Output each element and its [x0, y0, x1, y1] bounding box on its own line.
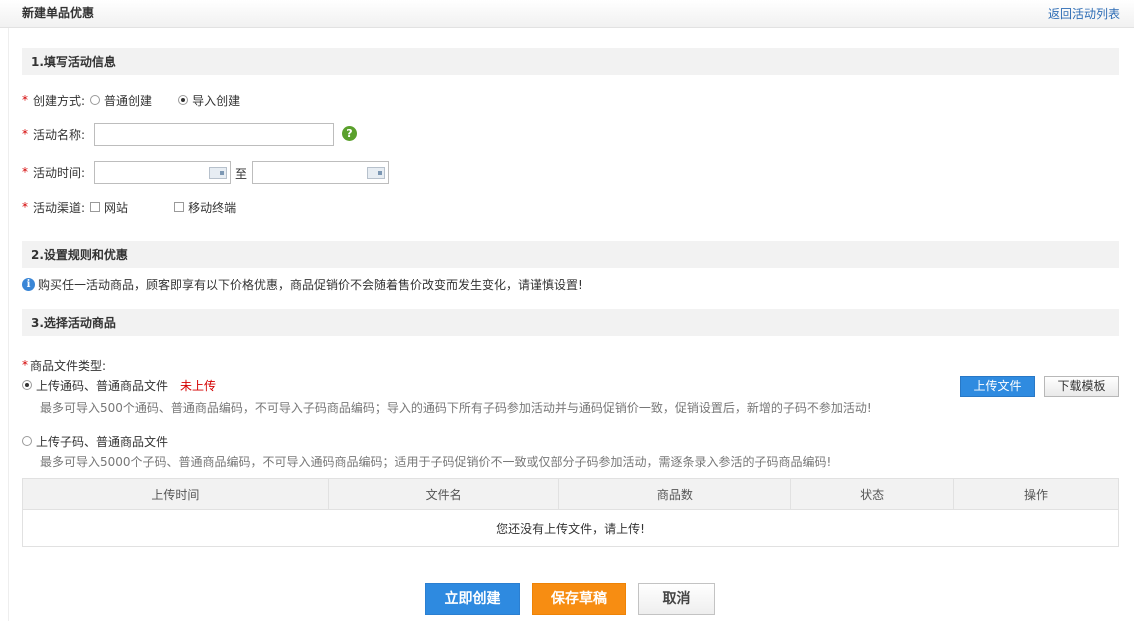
end-date-input[interactable] [252, 161, 389, 184]
column-actions: 操作 [953, 478, 1119, 510]
create-mode-row: * 创建方式: 普通创建 导入创建 [22, 88, 240, 112]
radio-normal-create[interactable] [90, 95, 101, 105]
radio-upload-general-label[interactable]: 上传通码、普通商品文件 [36, 377, 168, 394]
save-draft-button[interactable]: 保存草稿 [532, 583, 626, 615]
create-mode-label: 创建方式: [33, 93, 86, 108]
table-row: 您还没有上传文件，请上传! [22, 509, 1119, 547]
option-general-row: 上传通码、普通商品文件 未上传 [22, 373, 216, 397]
radio-upload-child[interactable] [22, 436, 32, 446]
checkbox-website[interactable] [90, 202, 101, 212]
activity-name-input[interactable] [94, 123, 334, 146]
checkbox-mobile-label[interactable]: 移动终端 [188, 199, 236, 216]
calendar-icon[interactable] [209, 167, 227, 179]
option-general-hint: 最多可导入500个通码、普通商品编码，不可导入子码商品编码；导入的通码下所有子码… [40, 401, 872, 415]
start-date-input[interactable] [94, 161, 231, 184]
section-1-title: 1.填写活动信息 [31, 55, 116, 69]
activity-name-row: * 活动名称: [22, 122, 85, 146]
section-3-title: 3.选择活动商品 [31, 316, 116, 330]
rules-notice: i 购买任一活动商品，顾客即享有以下价格优惠，商品促销价不会随着售价改变而发生变… [22, 272, 583, 296]
required-mark: * [22, 200, 28, 214]
checkbox-mobile[interactable] [174, 202, 185, 212]
required-mark: * [22, 93, 28, 107]
radio-upload-child-label[interactable]: 上传子码、普通商品文件 [36, 433, 168, 450]
activity-time-row: * 活动时间: [22, 160, 85, 184]
question-circle-icon[interactable]: ? [342, 126, 357, 141]
create-now-button[interactable]: 立即创建 [425, 583, 520, 615]
section-2-title: 2.设置规则和优惠 [31, 248, 128, 262]
time-separator: 至 [235, 167, 248, 181]
required-mark: * [22, 127, 28, 141]
activity-channel-label: 活动渠道: [33, 200, 86, 215]
info-icon: i [22, 277, 35, 291]
calendar-icon[interactable] [367, 167, 385, 179]
back-to-activity-list-link[interactable]: 返回活动列表 [1048, 5, 1120, 22]
checkbox-website-label[interactable]: 网站 [104, 199, 128, 216]
radio-import-create[interactable] [178, 95, 189, 105]
section-2-header: 2.设置规则和优惠 [22, 241, 1119, 268]
page-title: 新建单品优惠 [22, 6, 95, 20]
required-mark: * [22, 165, 28, 179]
cancel-button[interactable]: 取消 [638, 583, 715, 615]
download-template-button[interactable]: 下载模板 [1044, 376, 1119, 397]
radio-import-create-label[interactable]: 导入创建 [192, 92, 240, 109]
radio-upload-general[interactable] [22, 380, 32, 390]
activity-time-label: 活动时间: [33, 165, 86, 180]
activity-name-label: 活动名称: [33, 127, 86, 142]
activity-channel-row: * 活动渠道: 网站 移动终端 [22, 195, 236, 219]
table-header-row: 上传时间 文件名 商品数 状态 操作 [22, 478, 1119, 510]
uploaded-files-table: 上传时间 文件名 商品数 状态 操作 您还没有上传文件，请上传! [22, 478, 1119, 547]
option-child-row: 上传子码、普通商品文件 [22, 429, 168, 453]
required-mark: * [22, 358, 28, 372]
file-type-label: 商品文件类型: [30, 358, 107, 373]
column-product-count: 商品数 [558, 478, 792, 510]
column-upload-time: 上传时间 [22, 478, 329, 510]
upload-status: 未上传 [180, 378, 217, 393]
top-header: 新建单品优惠 返回活动列表 [0, 0, 1134, 28]
empty-table-message: 您还没有上传文件，请上传! [22, 509, 1119, 547]
column-file-name: 文件名 [327, 478, 560, 510]
upload-file-button[interactable]: 上传文件 [960, 376, 1035, 397]
section-1-header: 1.填写活动信息 [22, 48, 1119, 75]
column-status: 状态 [790, 478, 955, 510]
radio-normal-create-label[interactable]: 普通创建 [104, 92, 152, 109]
section-3-header: 3.选择活动商品 [22, 309, 1119, 336]
option-child-hint: 最多可导入5000个子码、普通商品编码，不可导入通码商品编码；适用于子码促销价不… [40, 455, 832, 469]
rules-notice-text: 购买任一活动商品，顾客即享有以下价格优惠，商品促销价不会随着售价改变而发生变化，… [38, 277, 583, 292]
